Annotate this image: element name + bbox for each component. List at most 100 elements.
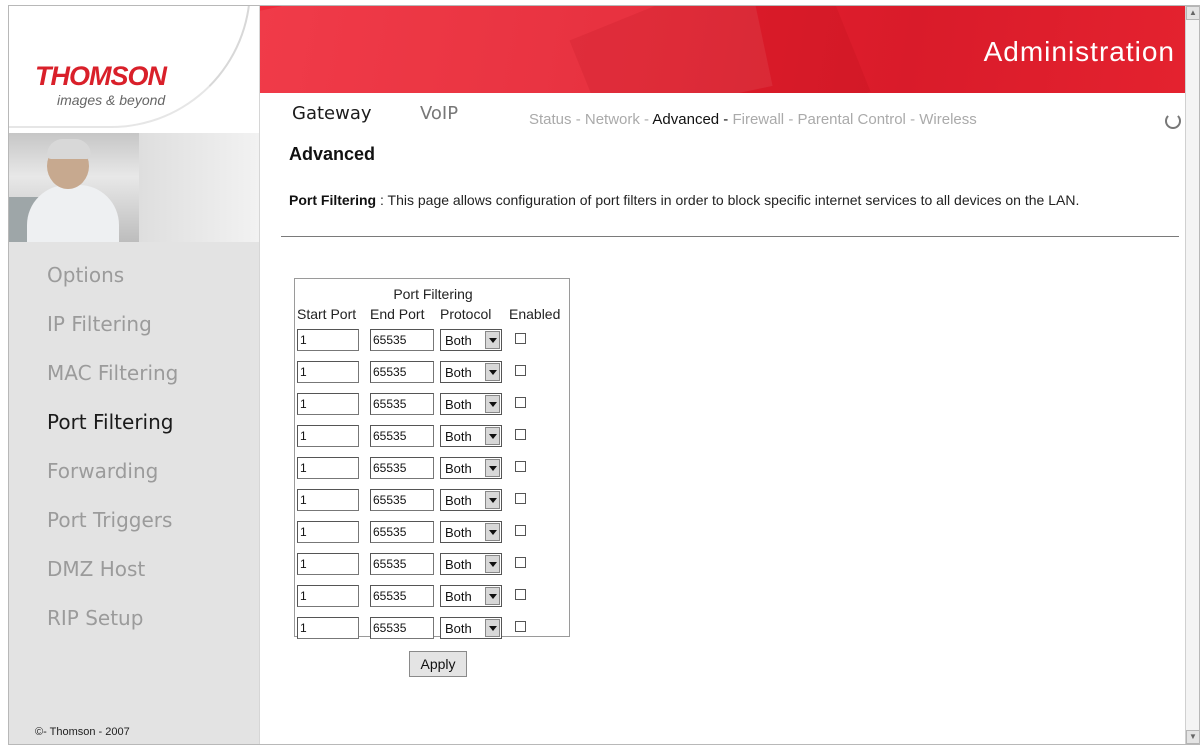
description-label: Port Filtering [289,192,377,208]
protocol-value: Both [445,397,472,412]
column-header-enabled: Enabled [509,306,561,322]
sidebar-item-port-filtering[interactable]: Port Filtering [9,411,259,460]
enabled-checkbox[interactable] [515,461,526,472]
enabled-checkbox[interactable] [515,397,526,408]
table-row: Both [295,361,571,393]
protocol-select[interactable]: Both [440,521,502,543]
subnav-separator: - [571,111,585,128]
sidebar-item-rip-setup[interactable]: RIP Setup [9,607,259,656]
nav-gateway[interactable]: Gateway [292,103,372,124]
subnav-wireless[interactable]: Wireless [919,111,977,128]
start-port-input[interactable] [297,585,359,607]
protocol-select[interactable]: Both [440,489,502,511]
photo-person-hair [47,139,91,159]
end-port-input[interactable] [370,361,434,383]
page-description: Port Filtering : This page allows config… [289,190,1177,210]
start-port-input[interactable] [297,489,359,511]
table-row: Both [295,393,571,425]
description-separator: : [376,192,388,208]
thomson-logo: THOMSON [35,61,167,91]
copyright-text: ©- Thomson - 2007 [35,726,130,738]
chevron-down-icon [485,491,500,509]
sidebar-item-dmz-host[interactable]: DMZ Host [9,558,259,607]
enabled-checkbox[interactable] [515,429,526,440]
start-port-input[interactable] [297,553,359,575]
chevron-down-icon [485,459,500,477]
vertical-scrollbar[interactable]: ▲ ▼ [1185,6,1199,744]
enabled-checkbox[interactable] [515,525,526,536]
enabled-checkbox[interactable] [515,557,526,568]
scroll-up-arrow-icon[interactable]: ▲ [1186,6,1199,20]
protocol-value: Both [445,493,472,508]
protocol-select[interactable]: Both [440,553,502,575]
enabled-checkbox[interactable] [515,365,526,376]
end-port-input[interactable] [370,489,434,511]
subnav-firewall[interactable]: Firewall [732,111,784,128]
apply-button[interactable]: Apply [409,651,467,677]
end-port-input[interactable] [370,553,434,575]
sidebar-item-port-triggers[interactable]: Port Triggers [9,509,259,558]
sidebar-item-forwarding[interactable]: Forwarding [9,460,259,509]
subnav-status[interactable]: Status [529,111,572,128]
section-heading: Advanced [289,144,376,164]
subnav-advanced[interactable]: Advanced [652,111,719,128]
enabled-checkbox[interactable] [515,621,526,632]
table-row: Both [295,457,571,489]
enabled-checkbox[interactable] [515,493,526,504]
scroll-down-arrow-icon[interactable]: ▼ [1186,730,1199,744]
sub-nav: Status - Network - Advanced - Firewall -… [529,111,977,128]
chevron-down-icon [485,331,500,349]
end-port-input[interactable] [370,617,434,639]
protocol-value: Both [445,621,472,636]
subnav-separator: - [905,111,920,128]
subnav-parental-control[interactable]: Parental Control [798,111,906,128]
end-port-input[interactable] [370,521,434,543]
protocol-select[interactable]: Both [440,425,502,447]
end-port-input[interactable] [370,393,434,415]
protocol-select[interactable]: Both [440,585,502,607]
sidebar-item-mac-filtering[interactable]: MAC Filtering [9,362,259,411]
start-port-input[interactable] [297,425,359,447]
chevron-down-icon [485,363,500,381]
protocol-select[interactable]: Both [440,329,502,351]
start-port-input[interactable] [297,521,359,543]
start-port-input[interactable] [297,617,359,639]
protocol-value: Both [445,333,472,348]
start-port-input[interactable] [297,329,359,351]
top-nav: Gateway VoIP Status - Network - Advanced… [260,93,1185,141]
enabled-checkbox[interactable] [515,333,526,344]
sidebar: THOMSON images & beyond Options IP Filte… [9,6,260,744]
nav-voip[interactable]: VoIP [420,103,458,124]
start-port-input[interactable] [297,361,359,383]
sidebar-item-ip-filtering[interactable]: IP Filtering [9,313,259,362]
protocol-select[interactable]: Both [440,361,502,383]
chevron-down-icon [485,587,500,605]
start-port-input[interactable] [297,457,359,479]
protocol-select[interactable]: Both [440,457,502,479]
table-row: Both [295,329,571,361]
protocol-value: Both [445,365,472,380]
enabled-checkbox[interactable] [515,589,526,600]
description-text: This page allows configuration of port f… [387,192,1080,208]
header-banner: Administration [260,6,1185,93]
chevron-down-icon [485,555,500,573]
sidebar-nav: Options IP Filtering MAC Filtering Port … [9,264,259,656]
end-port-input[interactable] [370,585,434,607]
column-header-protocol: Protocol [440,306,492,322]
table-rows: Both Both Both Both Both Both Both Both Both Both [295,329,571,649]
table-row: Both [295,425,571,457]
end-port-input[interactable] [370,457,434,479]
end-port-input[interactable] [370,329,434,351]
subnav-separator: - [639,111,653,128]
browser-frame: THOMSON images & beyond Options IP Filte… [8,5,1200,745]
start-port-input[interactable] [297,393,359,415]
column-header-start-port: Start Port [297,306,357,322]
protocol-select[interactable]: Both [440,617,502,639]
subnav-network[interactable]: Network [585,111,640,128]
photo-wall [139,133,259,242]
end-port-input[interactable] [370,425,434,447]
sidebar-item-options[interactable]: Options [9,264,259,313]
logo-area: THOMSON images & beyond [9,6,259,133]
logo-tagline: images & beyond [57,92,166,108]
protocol-select[interactable]: Both [440,393,502,415]
